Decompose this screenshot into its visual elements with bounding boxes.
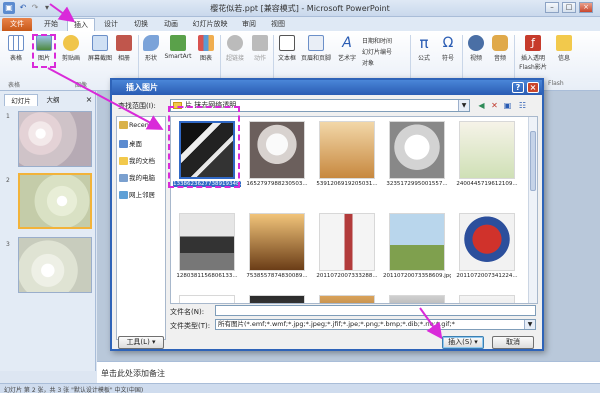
arrow-to-file xyxy=(47,67,164,130)
arrow-to-insert-tab xyxy=(49,3,76,23)
annotation-arrows xyxy=(47,3,443,340)
arrow-to-insert-button xyxy=(419,307,443,340)
